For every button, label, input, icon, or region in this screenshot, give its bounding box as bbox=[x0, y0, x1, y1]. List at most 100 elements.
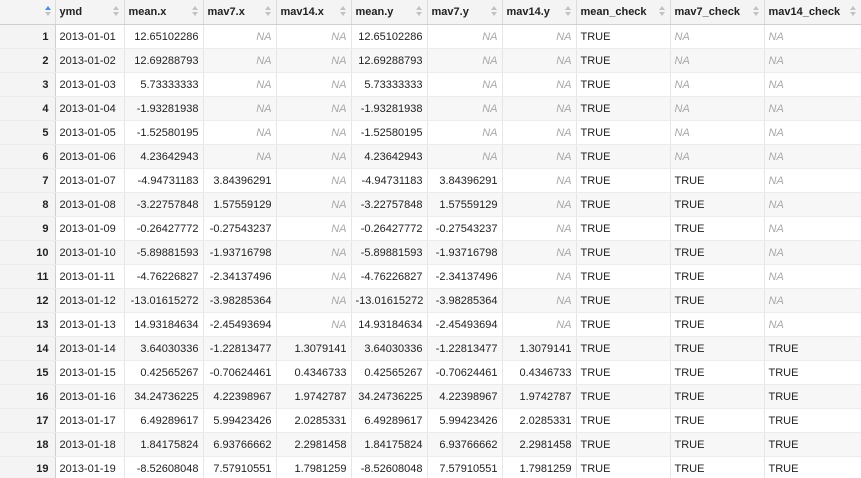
sort-icon[interactable] bbox=[415, 5, 423, 19]
row-number: 5 bbox=[0, 120, 56, 145]
na-cell: NA bbox=[276, 144, 352, 169]
column-header-mav7-check[interactable]: mav7_check bbox=[670, 0, 765, 25]
table-cell: 6.49289617 bbox=[124, 408, 204, 433]
column-header-mean-x[interactable]: mean.x bbox=[124, 0, 204, 25]
table-cell: -5.89881593 bbox=[351, 240, 428, 265]
data-viewer: ymd mean.x mav7.x mav14.x mean.y mav7.y mav14.… bbox=[0, 0, 861, 478]
na-cell: NA bbox=[203, 144, 277, 169]
table-row[interactable]: 12 2013-01-12 -13.01615272 -3.98285364 NA -13… bbox=[0, 288, 861, 313]
table-cell: 2013-01-12 bbox=[55, 288, 125, 313]
column-header-mav14-x[interactable]: mav14.x bbox=[276, 0, 352, 25]
sort-icon[interactable] bbox=[752, 5, 760, 19]
table-cell: 1.9742787 bbox=[502, 384, 577, 409]
na-cell: NA bbox=[764, 24, 861, 49]
sort-icon[interactable] bbox=[191, 5, 199, 19]
table-cell: -4.94731183 bbox=[351, 168, 428, 193]
na-cell: NA bbox=[203, 72, 277, 97]
table-row[interactable]: 2 2013-01-02 12.69288793 NA NA 12.69288793 NA N… bbox=[0, 48, 861, 73]
table-cell: TRUE bbox=[670, 168, 765, 193]
sort-icon[interactable] bbox=[658, 5, 666, 19]
na-cell: NA bbox=[502, 72, 577, 97]
column-header-ymd[interactable]: ymd bbox=[55, 0, 125, 25]
table-row[interactable]: 15 2013-01-15 0.42565267 -0.70624461 0.43467… bbox=[0, 360, 861, 385]
table-cell: -1.52580195 bbox=[351, 120, 428, 145]
column-header-mav14-check[interactable]: mav14_check bbox=[764, 0, 861, 25]
table-cell: 3.84396291 bbox=[203, 168, 277, 193]
table-row[interactable]: 7 2013-01-07 -4.94731183 3.84396291 NA -4.947… bbox=[0, 168, 861, 193]
table-cell: -4.76226827 bbox=[124, 264, 204, 289]
table-cell: 0.4346733 bbox=[502, 360, 577, 385]
column-header-label: mav14.y bbox=[506, 6, 550, 18]
column-header-label: mav7.y bbox=[431, 6, 469, 18]
sort-icon[interactable] bbox=[264, 5, 272, 19]
table-row[interactable]: 9 2013-01-09 -0.26427772 -0.27543237 NA -0.26… bbox=[0, 216, 861, 241]
table-cell: 7.57910551 bbox=[203, 456, 277, 478]
table-cell: -1.93281938 bbox=[351, 96, 428, 121]
table-row[interactable]: 1 2013-01-01 12.65102286 NA NA 12.65102286 NA N… bbox=[0, 24, 861, 49]
table-row[interactable]: 6 2013-01-06 4.23642943 NA NA 4.23642943 NA NA T… bbox=[0, 144, 861, 169]
table-row[interactable]: 11 2013-01-11 -4.76226827 -2.34137496 NA -4.7… bbox=[0, 264, 861, 289]
table-row[interactable]: 17 2013-01-17 6.49289617 5.99423426 2.028533… bbox=[0, 408, 861, 433]
table-cell: 2013-01-07 bbox=[55, 168, 125, 193]
table-cell: 1.7981259 bbox=[276, 456, 352, 478]
column-header-mav7-y[interactable]: mav7.y bbox=[427, 0, 503, 25]
na-cell: NA bbox=[502, 168, 577, 193]
table-cell: TRUE bbox=[670, 336, 765, 361]
table-cell: -0.27543237 bbox=[427, 216, 503, 241]
table-cell: -0.27543237 bbox=[203, 216, 277, 241]
table-cell: 5.73333333 bbox=[124, 72, 204, 97]
na-cell: NA bbox=[276, 24, 352, 49]
row-number: 18 bbox=[0, 432, 56, 457]
data-table: ymd mean.x mav7.x mav14.x mean.y mav7.y mav14.… bbox=[0, 0, 861, 478]
table-cell: -2.45493694 bbox=[427, 312, 503, 337]
sort-icon[interactable] bbox=[564, 5, 572, 19]
table-cell: TRUE bbox=[670, 408, 765, 433]
table-row[interactable]: 18 2013-01-18 1.84175824 6.93766662 2.298145… bbox=[0, 432, 861, 457]
table-cell: 6.49289617 bbox=[351, 408, 428, 433]
sort-icon[interactable] bbox=[490, 5, 498, 19]
table-cell: 4.23642943 bbox=[124, 144, 204, 169]
column-header-mav7-x[interactable]: mav7.x bbox=[203, 0, 277, 25]
column-header-mean-check[interactable]: mean_check bbox=[576, 0, 671, 25]
table-row[interactable]: 10 2013-01-10 -5.89881593 -1.93716798 NA -5.8… bbox=[0, 240, 861, 265]
sort-icon[interactable] bbox=[339, 5, 347, 19]
table-cell: -1.93281938 bbox=[124, 96, 204, 121]
table-cell: TRUE bbox=[764, 456, 861, 478]
na-cell: NA bbox=[276, 240, 352, 265]
na-cell: NA bbox=[764, 264, 861, 289]
column-header-label: ymd bbox=[59, 6, 83, 18]
table-row[interactable]: 19 2013-01-19 -8.52608048 7.57910551 1.79812… bbox=[0, 456, 861, 478]
column-header-mean-y[interactable]: mean.y bbox=[351, 0, 428, 25]
table-cell: -1.93716798 bbox=[427, 240, 503, 265]
table-cell: 2013-01-04 bbox=[55, 96, 125, 121]
row-number: 3 bbox=[0, 72, 56, 97]
table-row[interactable]: 16 2013-01-16 34.24736225 4.22398967 1.97427… bbox=[0, 384, 861, 409]
na-cell: NA bbox=[764, 312, 861, 337]
sort-icon[interactable] bbox=[112, 5, 120, 19]
table-row[interactable]: 13 2013-01-13 14.93184634 -2.45493694 NA 14.9… bbox=[0, 312, 861, 337]
table-cell: TRUE bbox=[670, 288, 765, 313]
table-cell: 2013-01-15 bbox=[55, 360, 125, 385]
table-cell: TRUE bbox=[670, 456, 765, 478]
table-row[interactable]: 3 2013-01-03 5.73333333 NA NA 5.73333333 NA NA T… bbox=[0, 72, 861, 97]
column-header-label: mav14_check bbox=[768, 6, 841, 18]
table-cell: 5.99423426 bbox=[203, 408, 277, 433]
table-cell: TRUE bbox=[670, 264, 765, 289]
column-header-label: mean_check bbox=[580, 6, 647, 18]
table-cell: -13.01615272 bbox=[124, 288, 204, 313]
table-row[interactable]: 14 2013-01-14 3.64030336 -1.22813477 1.30791… bbox=[0, 336, 861, 361]
na-cell: NA bbox=[276, 96, 352, 121]
table-cell: -0.26427772 bbox=[351, 216, 428, 241]
sort-icon[interactable] bbox=[849, 5, 857, 19]
table-row[interactable]: 8 2013-01-08 -3.22757848 1.57559129 NA -3.227… bbox=[0, 192, 861, 217]
table-row[interactable]: 5 2013-01-05 -1.52580195 NA NA -1.52580195 NA N… bbox=[0, 120, 861, 145]
table-cell: 2.2981458 bbox=[502, 432, 577, 457]
table-cell: TRUE bbox=[576, 240, 671, 265]
column-header-mav14-y[interactable]: mav14.y bbox=[502, 0, 577, 25]
table-row[interactable]: 4 2013-01-04 -1.93281938 NA NA -1.93281938 NA N… bbox=[0, 96, 861, 121]
row-number-header[interactable] bbox=[0, 0, 56, 25]
table-cell: 6.93766662 bbox=[203, 432, 277, 457]
na-cell: NA bbox=[670, 96, 765, 121]
sort-icon[interactable] bbox=[44, 5, 52, 19]
na-cell: NA bbox=[764, 192, 861, 217]
